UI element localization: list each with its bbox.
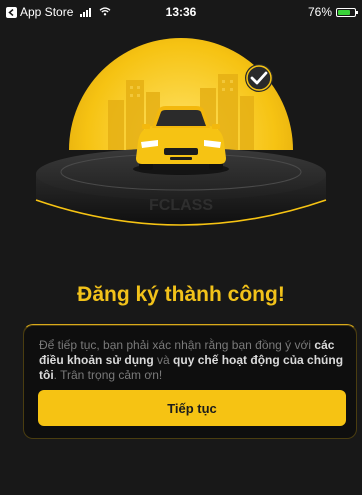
battery-status: 76% (307, 5, 358, 19)
success-title: Đăng ký thành công! (77, 283, 285, 306)
terms-card: Để tiếp tục, bạn phải xác nhận rằng bạn … (23, 324, 357, 439)
svg-text:FCLASS: FCLASS (149, 197, 213, 214)
terms-message: Để tiếp tục, bạn phải xác nhận rằng bạn … (39, 338, 344, 383)
status-bar: App Store 13:36 76% (0, 0, 362, 22)
check-badge (245, 64, 273, 92)
terms-text-part: . Trân trọng cảm ơn! (53, 368, 163, 382)
terms-text-part: Để tiếp tục, bạn phải xác nhận rằng bạn … (39, 338, 315, 352)
terms-text-part: và (153, 353, 174, 367)
battery-percent: 76% (307, 5, 332, 19)
battery-icon (336, 7, 358, 17)
success-illustration: FCLASS (0, 22, 362, 247)
continue-button[interactable]: Tiếp tục (38, 390, 346, 426)
